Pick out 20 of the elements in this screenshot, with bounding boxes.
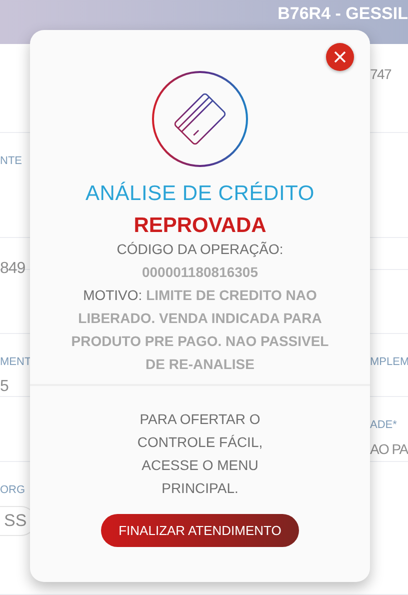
status-text: REPROVADA [134, 214, 266, 238]
message-text: PARA OFERTAR O CONTROLE FÁCIL, ACESSE O MENU PRINCIPAL. [136, 410, 264, 498]
reason-text: MOTIVO: LIMITE DE CREDITO NAO LIBERADO. VENDA INDICADA PARA PRODUTO PRE PAGO. NAO PASSIVEL DE RE-ANALISE [70, 286, 330, 374]
finish-button[interactable]: FINALIZAR ATENDIMENTO [101, 514, 299, 547]
field-value: 747 [370, 66, 391, 82]
operation-code: 000001180816305 [142, 263, 258, 282]
field-label: ADE* [370, 419, 397, 431]
field-label: NTE [0, 155, 22, 167]
close-icon [334, 51, 346, 63]
field-label: ORG [0, 484, 26, 496]
field-value: 849 [0, 260, 26, 278]
dialog-title: ANÁLISE DE CRÉDITO [85, 182, 315, 206]
field-label: MENT [0, 356, 32, 368]
close-button[interactable] [326, 43, 354, 71]
field-label: MPLEM [370, 356, 408, 368]
field-value: AO PA [370, 441, 408, 457]
credit-card-icon [151, 70, 249, 168]
field-value: 5 [0, 378, 8, 396]
header-title: B76R4 - GESSIL [278, 4, 408, 24]
code-label: CÓDIGO DA OPERAÇÃO: [116, 240, 284, 259]
